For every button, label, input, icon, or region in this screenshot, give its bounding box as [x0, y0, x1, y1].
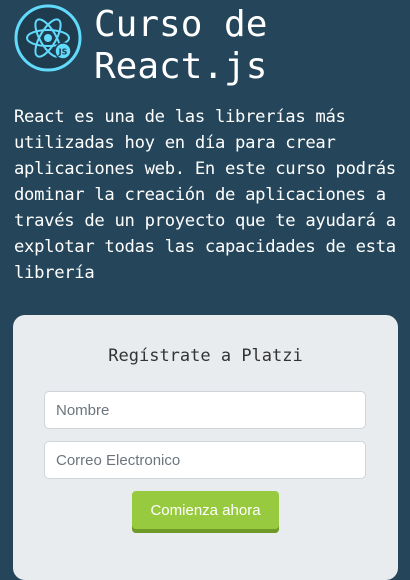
course-description: React es una de las librerías más utiliz… [14, 107, 396, 283]
name-input[interactable] [44, 391, 366, 429]
course-header: JS Curso de React.js [14, 4, 404, 94]
email-input[interactable] [44, 441, 366, 479]
start-now-button[interactable]: Comienza ahora [132, 491, 279, 533]
js-badge-text: JS [58, 48, 68, 57]
page-title: Curso de React.js [94, 4, 268, 87]
registration-card: Regístrate a Platzi Comienza ahora [13, 315, 398, 580]
react-logo-icon: JS [14, 4, 82, 72]
form-title: Regístrate a Platzi [108, 346, 303, 366]
